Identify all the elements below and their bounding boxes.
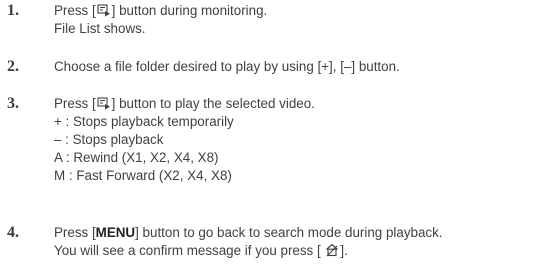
step-line: Choose a file folder desired to play by … [54,59,400,74]
step-number: 3. [7,95,19,112]
search-play-icon [97,96,111,110]
sub-item: M : Fast Forward (X2, X4, X8) [54,168,232,183]
text-pre: You will see a confirm message if you pr… [54,243,325,258]
text-pre: Press [ [54,96,96,111]
step-number: 1. [7,2,19,19]
sub-item: + : Stops playback temporarily [54,114,234,129]
text-post: ] button to go back to search mode durin… [135,225,443,240]
step-number: 2. [7,58,19,75]
sub-item: A : Rewind (X1, X2, X4, X8) [54,150,219,165]
step-line-2: File List shows. [54,21,146,36]
exit-icon [325,243,339,257]
step-number: 4. [7,224,19,241]
text-pre: Press [ [54,225,96,240]
step-body: Press [ ] button during monitoring. File … [54,2,549,38]
step-body: Press [ ] button to play the selected vid… [54,95,549,185]
menu-key: MENU [95,225,136,240]
step-body: Press [MENU] button to go back to search… [54,224,549,260]
step-line: Press [ ] button during monitoring. [54,2,549,20]
search-play-icon [97,3,111,17]
text-post: ]. [340,243,348,258]
step-line-2: You will see a confirm message if you pr… [54,242,549,260]
step-line: Press [ ] button to play the selected vid… [54,95,549,113]
text-pre: Press [ [54,3,96,18]
sub-item: – : Stops playback [54,132,164,147]
text-post: ] button during monitoring. [111,3,268,18]
text-post: ] button to play the selected video. [111,96,315,111]
step-line: Press [MENU] button to go back to search… [54,224,549,242]
step-body: Choose a file folder desired to play by … [54,58,549,76]
